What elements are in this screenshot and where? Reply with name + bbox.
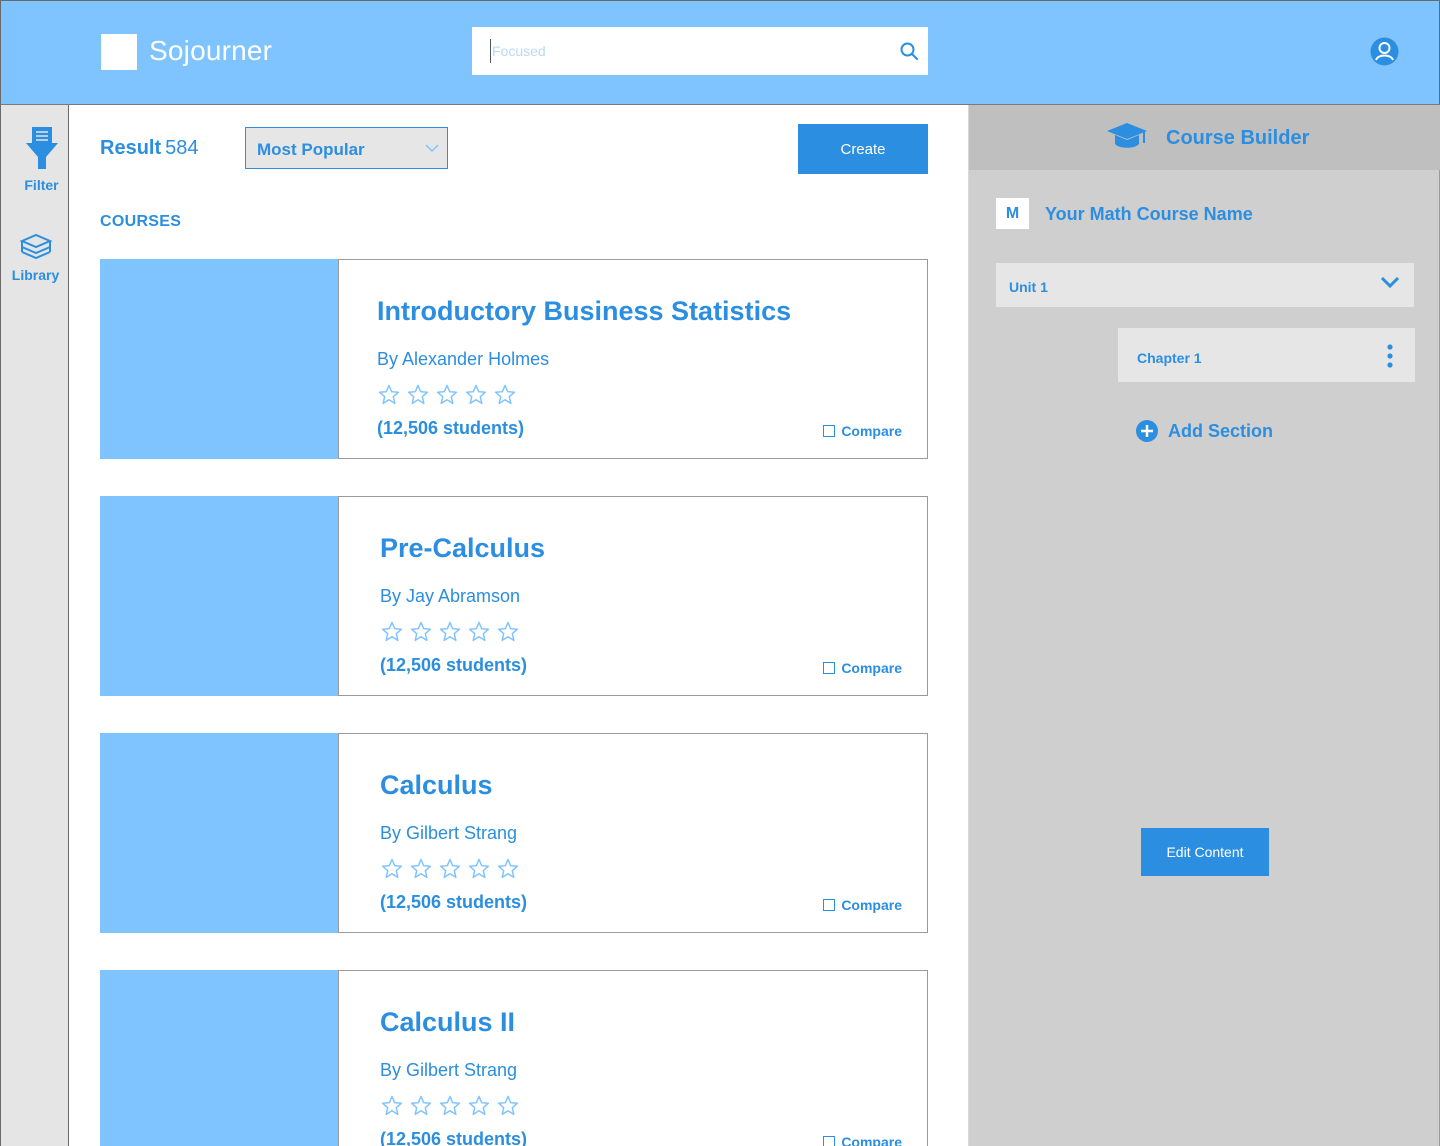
sidebar-item-library[interactable]: Library xyxy=(1,233,70,283)
courses-section-title: COURSES xyxy=(100,213,182,230)
compare-checkbox[interactable] xyxy=(823,1136,836,1146)
filter-icon xyxy=(25,127,58,169)
unit-row[interactable]: Unit 1 xyxy=(996,263,1414,307)
compare-checkbox[interactable] xyxy=(823,662,836,674)
search-input[interactable] xyxy=(490,39,890,63)
search-icon[interactable] xyxy=(899,41,919,61)
star-icon[interactable] xyxy=(439,1095,461,1116)
course-author: By Gilbert Strang xyxy=(380,1060,518,1080)
chapter-label: Chapter 1 xyxy=(1137,350,1202,366)
sort-dropdown[interactable]: Most Popular xyxy=(245,127,448,169)
builder-title: Course Builder xyxy=(1166,127,1310,149)
course-students: (12,506 students) xyxy=(380,1129,528,1146)
star-icon[interactable] xyxy=(497,858,519,879)
compare-label: Compare xyxy=(841,897,902,913)
add-section-label: Add Section xyxy=(1168,420,1274,441)
course-card[interactable]: Calculus By Gilbert Strang (12,506 stude… xyxy=(100,733,928,933)
graduation-cap-icon xyxy=(1107,123,1147,148)
sidebar-item-filter[interactable]: Filter xyxy=(7,125,76,193)
star-icon[interactable] xyxy=(494,384,516,405)
star-icon[interactable] xyxy=(410,858,432,879)
rating-stars[interactable] xyxy=(381,1095,519,1116)
course-name[interactable]: Your Math Course Name xyxy=(1045,204,1253,225)
star-icon[interactable] xyxy=(468,621,490,642)
star-icon[interactable] xyxy=(378,384,400,405)
plus-circle-icon xyxy=(1136,420,1158,442)
unit-label: Unit 1 xyxy=(1009,279,1048,295)
compare-toggle[interactable]: Compare xyxy=(823,423,902,439)
course-students: (12,506 students) xyxy=(377,418,525,438)
app-name: Sojourner xyxy=(149,35,273,66)
sidebar-item-label: Library xyxy=(11,267,60,283)
compare-label: Compare xyxy=(841,1134,902,1146)
compare-toggle[interactable]: Compare xyxy=(823,1134,902,1146)
books-icon xyxy=(18,233,53,260)
top-bar: Sojourner xyxy=(0,0,1440,105)
chapter-row[interactable]: Chapter 1 xyxy=(1118,328,1415,382)
builder-header: Course Builder xyxy=(969,105,1440,170)
result-count: Result 584 xyxy=(100,137,199,160)
rating-stars[interactable] xyxy=(381,858,519,879)
compare-checkbox[interactable] xyxy=(823,425,836,437)
more-vertical-icon[interactable] xyxy=(1387,344,1393,368)
star-icon[interactable] xyxy=(497,621,519,642)
course-students: (12,506 students) xyxy=(380,892,528,912)
star-icon[interactable] xyxy=(497,1095,519,1116)
course-builder-panel: Course Builder M Your Math Course Name U… xyxy=(969,105,1440,1146)
rating-stars[interactable] xyxy=(381,621,519,642)
user-icon[interactable] xyxy=(1370,37,1399,66)
result-label: Result xyxy=(100,137,162,159)
sort-selected: Most Popular xyxy=(257,140,365,159)
compare-toggle[interactable]: Compare xyxy=(823,897,902,913)
course-thumbnail xyxy=(100,733,339,933)
star-icon[interactable] xyxy=(465,384,487,405)
star-icon[interactable] xyxy=(468,858,490,879)
main-content: Result 584 Most Popular Create COURSES In… xyxy=(69,105,969,1146)
search-box[interactable] xyxy=(472,27,928,75)
course-title[interactable]: Pre-Calculus xyxy=(380,533,545,564)
course-title[interactable]: Introductory Business Statistics xyxy=(377,296,791,327)
add-section-button[interactable]: Add Section xyxy=(1136,420,1273,442)
result-number: 584 xyxy=(165,137,199,159)
star-icon[interactable] xyxy=(381,858,403,879)
compare-label: Compare xyxy=(841,423,902,439)
course-title[interactable]: Calculus II xyxy=(380,1007,515,1038)
star-icon[interactable] xyxy=(439,621,461,642)
chevron-down-icon xyxy=(425,144,439,153)
star-icon[interactable] xyxy=(410,1095,432,1116)
star-icon[interactable] xyxy=(410,621,432,642)
star-icon[interactable] xyxy=(439,858,461,879)
course-author: By Alexander Holmes xyxy=(377,349,550,369)
compare-checkbox[interactable] xyxy=(823,899,836,911)
left-sidebar: Filter Library xyxy=(0,105,69,1146)
course-card[interactable]: Calculus II By Gilbert Strang (12,506 st… xyxy=(100,970,928,1146)
star-icon[interactable] xyxy=(381,621,403,642)
rating-stars[interactable] xyxy=(378,384,516,405)
course-students: (12,506 students) xyxy=(380,655,528,675)
course-card[interactable]: Pre-Calculus By Jay Abramson (12,506 stu… xyxy=(100,496,928,696)
course-author: By Gilbert Strang xyxy=(380,823,518,843)
compare-label: Compare xyxy=(841,660,902,676)
course-initial-badge: M xyxy=(996,198,1029,229)
create-button[interactable]: Create xyxy=(798,124,928,174)
course-thumbnail xyxy=(100,496,339,696)
sidebar-item-label: Filter xyxy=(24,177,59,193)
course-title[interactable]: Calculus xyxy=(380,770,493,801)
course-author: By Jay Abramson xyxy=(380,586,521,606)
star-icon[interactable] xyxy=(468,1095,490,1116)
chevron-down-icon[interactable] xyxy=(1380,276,1400,290)
course-thumbnail xyxy=(100,259,339,459)
course-card[interactable]: Introductory Business Statistics By Alex… xyxy=(100,259,928,459)
star-icon[interactable] xyxy=(436,384,458,405)
logo-mark xyxy=(101,34,137,70)
star-icon[interactable] xyxy=(407,384,429,405)
star-icon[interactable] xyxy=(381,1095,403,1116)
edit-content-button[interactable]: Edit Content xyxy=(1141,828,1269,876)
course-thumbnail xyxy=(100,970,339,1146)
compare-toggle[interactable]: Compare xyxy=(823,660,902,676)
